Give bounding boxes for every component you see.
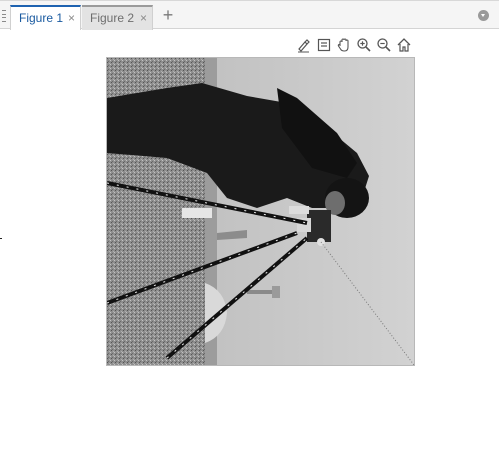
figure-window: Figure 1 × Figure 2 × + xyxy=(0,0,499,464)
tab-options-icon[interactable] xyxy=(478,10,489,21)
axis-tick-mark xyxy=(0,238,2,239)
drag-handle-icon[interactable] xyxy=(2,10,6,22)
add-tab-button[interactable]: + xyxy=(160,6,176,24)
close-icon[interactable]: × xyxy=(140,7,147,29)
zoom-in-icon[interactable] xyxy=(355,36,373,54)
figure-tab-bar: Figure 1 × Figure 2 × + xyxy=(0,0,499,30)
axes-toolbar xyxy=(295,36,413,54)
close-icon[interactable]: × xyxy=(68,7,75,29)
brush-icon[interactable] xyxy=(295,36,313,54)
photo-image xyxy=(107,58,414,365)
image-axes[interactable] xyxy=(106,57,415,366)
datatip-icon[interactable] xyxy=(315,36,333,54)
tab-label: Figure 1 xyxy=(19,11,64,25)
tab-label: Figure 2 xyxy=(90,11,135,25)
home-icon[interactable] xyxy=(395,36,413,54)
pan-icon[interactable] xyxy=(335,36,353,54)
zoom-out-icon[interactable] xyxy=(375,36,393,54)
tab-figure-2[interactable]: Figure 2 × xyxy=(82,5,153,30)
tab-figure-1[interactable]: Figure 1 × xyxy=(10,5,81,30)
